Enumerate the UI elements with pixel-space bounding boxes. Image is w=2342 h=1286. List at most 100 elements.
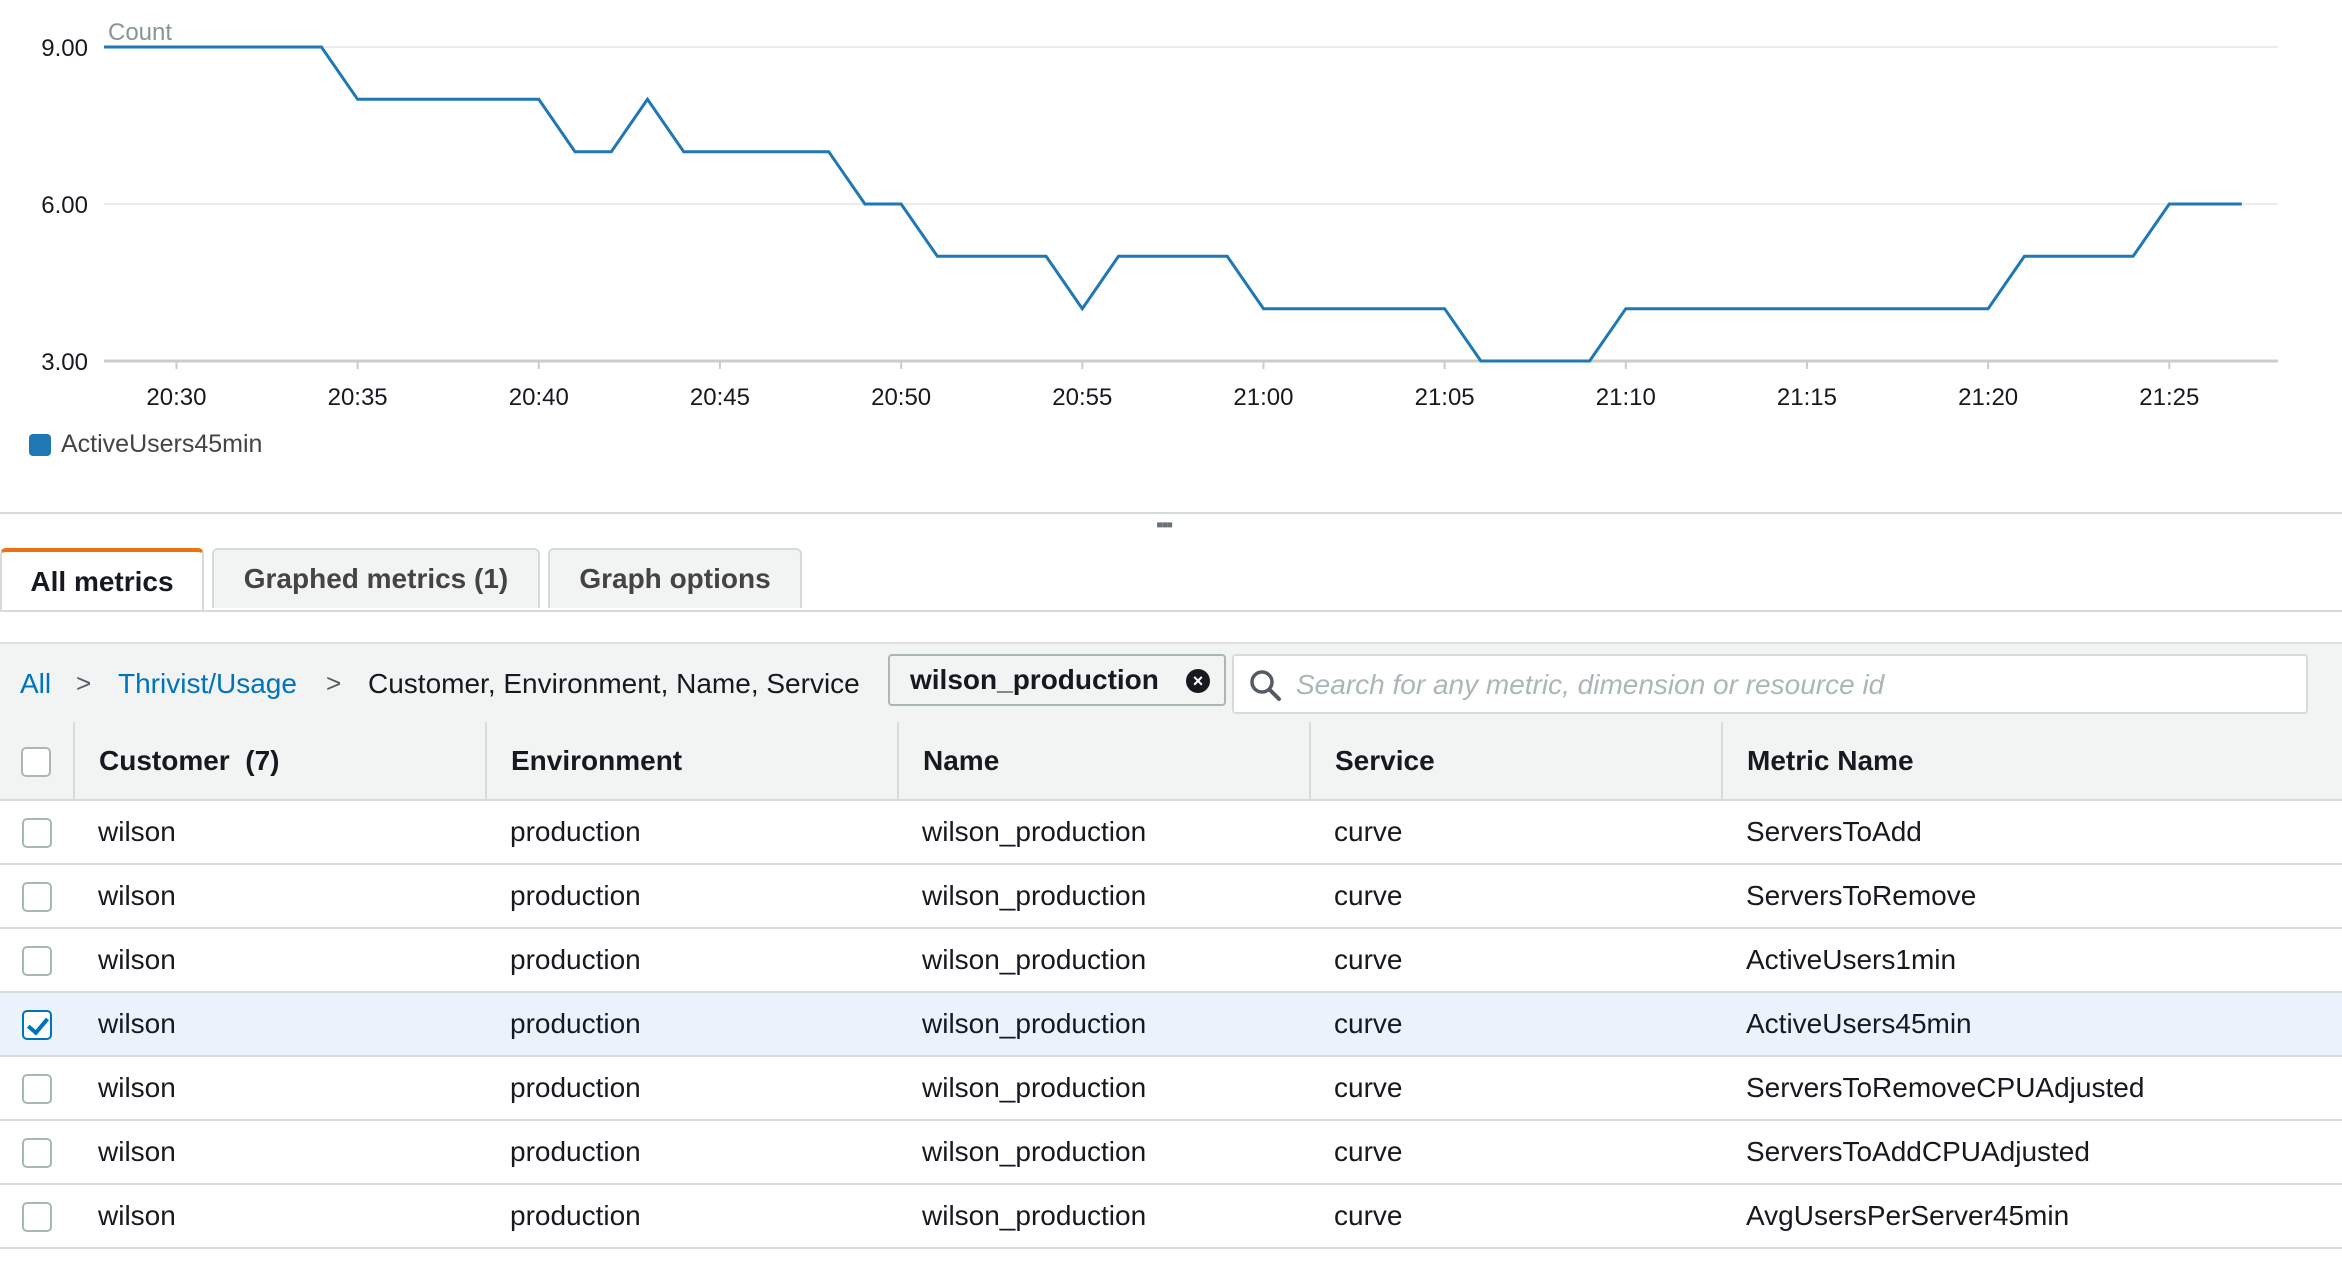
- x-tick-label: 21:05: [1415, 384, 1475, 411]
- table-row[interactable]: wilson production wilson_production curve Av…: [0, 1184, 2342, 1248]
- cell-metric: ServersToAdd: [1746, 816, 1922, 847]
- filter-bar: All > Thrivist/Usage > Customer, Environ…: [0, 642, 2342, 726]
- x-tick-label: 20:35: [328, 384, 388, 411]
- cell-customer: wilson: [98, 880, 176, 911]
- x-tick-label: 20:40: [509, 384, 569, 411]
- x-tick-label: 20:30: [146, 384, 206, 411]
- row-checkbox[interactable]: [21, 1074, 52, 1105]
- cell-environment: production: [510, 1136, 641, 1167]
- x-tick-label: 21:00: [1233, 384, 1293, 411]
- tab-all-metrics[interactable]: All metrics: [0, 548, 204, 612]
- row-checkbox[interactable]: [21, 882, 52, 913]
- row-checkbox-cell: [0, 1184, 74, 1248]
- search-icon: [1250, 670, 1281, 701]
- cell-environment: production: [510, 880, 641, 911]
- column-header-environment[interactable]: Environment: [486, 722, 899, 801]
- row-checkbox[interactable]: [21, 1202, 52, 1233]
- cell-metric: ActiveUsers45min: [1746, 1008, 1972, 1039]
- customer-count: (7): [245, 744, 280, 776]
- cell-service: curve: [1334, 1008, 1403, 1039]
- cell-metric: ServersToRemoveCPUAdjusted: [1746, 1072, 2145, 1103]
- cell-metric: ActiveUsers1min: [1746, 944, 1957, 975]
- customer-header-label: Customer: [99, 744, 230, 776]
- x-tick-label: 21:10: [1596, 384, 1656, 411]
- cell-name: wilson_production: [922, 944, 1147, 975]
- table-row[interactable]: wilson production wilson_production curve Se…: [0, 864, 2342, 928]
- row-checkbox-cell: [0, 992, 74, 1056]
- metrics-table: Customer (7) Environment Name Service Me…: [0, 722, 2342, 1249]
- breadcrumb-dimensions: Customer, Environment, Name, Service: [368, 668, 860, 699]
- select-all-cell: [0, 722, 75, 801]
- cell-metric: ServersToAddCPUAdjusted: [1746, 1136, 2090, 1167]
- tab-graph-options[interactable]: Graph options: [548, 548, 802, 608]
- row-checkbox[interactable]: [21, 818, 52, 849]
- column-header-metric-name[interactable]: Metric Name: [1722, 722, 2342, 801]
- row-checkbox-cell: [0, 1120, 74, 1184]
- y-tick-label: 9.00: [41, 35, 88, 62]
- search-input[interactable]: [1294, 660, 2288, 710]
- line-chart: 9.00 6.00 3.00 Count 20:30 20:35 20:40 20:45 20:…: [41, 19, 2278, 411]
- row-checkbox-cell: [0, 800, 74, 864]
- cell-service: curve: [1334, 1136, 1403, 1167]
- chevron-right-icon: >: [326, 668, 342, 698]
- table-row[interactable]: wilson production wilson_production curve Ac…: [0, 928, 2342, 992]
- y-unit-label: Count: [108, 19, 172, 46]
- y-tick-label: 3.00: [41, 349, 88, 376]
- cell-metric: ServersToRemove: [1746, 880, 1977, 911]
- y-tick-label: 6.00: [41, 192, 88, 219]
- cell-service: curve: [1334, 816, 1403, 847]
- row-checkbox[interactable]: [21, 946, 52, 977]
- cell-name: wilson_production: [922, 880, 1147, 911]
- cell-customer: wilson: [98, 1008, 176, 1039]
- cell-metric: AvgUsersPerServer45min: [1746, 1200, 2070, 1231]
- cell-environment: production: [510, 944, 641, 975]
- filter-chip-label: wilson_production: [910, 664, 1159, 695]
- select-all-checkbox[interactable]: [21, 746, 51, 777]
- row-checkbox-cell: [0, 864, 74, 928]
- column-header-customer[interactable]: Customer (7): [74, 722, 487, 801]
- x-tick-label: 21:20: [1958, 384, 2018, 411]
- cell-environment: production: [510, 816, 641, 847]
- search-box[interactable]: [1232, 654, 2308, 714]
- tab-graphed-metrics[interactable]: Graphed metrics (1): [212, 548, 540, 608]
- cell-service: curve: [1334, 944, 1403, 975]
- column-header-name[interactable]: Name: [898, 722, 1311, 801]
- cell-customer: wilson: [98, 816, 176, 847]
- table-row[interactable]: wilson production wilson_production curve Se…: [0, 1056, 2342, 1120]
- x-tick-label: 20:45: [690, 384, 750, 411]
- chevron-right-icon: >: [76, 668, 92, 698]
- cell-service: curve: [1334, 880, 1403, 911]
- row-checkbox-cell: [0, 1056, 74, 1120]
- breadcrumb-all-link[interactable]: All: [20, 668, 51, 700]
- table-row[interactable]: wilson production wilson_production curve Se…: [0, 1120, 2342, 1184]
- chart-legend[interactable]: ActiveUsers45min: [29, 430, 262, 459]
- column-header-service[interactable]: Service: [1310, 722, 1723, 801]
- legend-label: ActiveUsers45min: [61, 430, 263, 458]
- cell-environment: production: [510, 1072, 641, 1103]
- cell-customer: wilson: [98, 1200, 176, 1231]
- breadcrumb-namespace-link[interactable]: Thrivist/Usage: [118, 668, 297, 700]
- resize-handle-icon[interactable]: ▪▪▪: [1156, 515, 1173, 535]
- cell-customer: wilson: [98, 1072, 176, 1103]
- cell-environment: production: [510, 1008, 641, 1039]
- cell-name: wilson_production: [922, 816, 1147, 847]
- tabs-underline: [0, 610, 2342, 612]
- x-tick-label: 20:55: [1052, 384, 1112, 411]
- cell-name: wilson_production: [922, 1008, 1147, 1039]
- table-header-row: Customer (7) Environment Name Service Me…: [0, 722, 2342, 801]
- x-tick-label: 20:50: [871, 384, 931, 411]
- close-icon[interactable]: ×: [1186, 669, 1210, 693]
- row-checkbox[interactable]: [21, 1010, 52, 1041]
- row-checkbox[interactable]: [21, 1138, 52, 1169]
- cell-service: curve: [1334, 1072, 1403, 1103]
- table-row[interactable]: wilson production wilson_production curve Ac…: [0, 992, 2342, 1056]
- table-row[interactable]: wilson production wilson_production curve Se…: [0, 800, 2342, 864]
- cell-customer: wilson: [98, 1136, 176, 1167]
- cell-name: wilson_production: [922, 1200, 1147, 1231]
- cell-environment: production: [510, 1200, 641, 1231]
- legend-swatch-icon: [29, 433, 51, 456]
- metric-graph-panel: 9.00 6.00 3.00 Count 20:30 20:35 20:40 20:45 20:…: [0, 0, 2342, 512]
- cell-customer: wilson: [98, 944, 176, 975]
- panel-divider: [0, 512, 2342, 514]
- filter-chip[interactable]: wilson_production ×: [888, 654, 1226, 706]
